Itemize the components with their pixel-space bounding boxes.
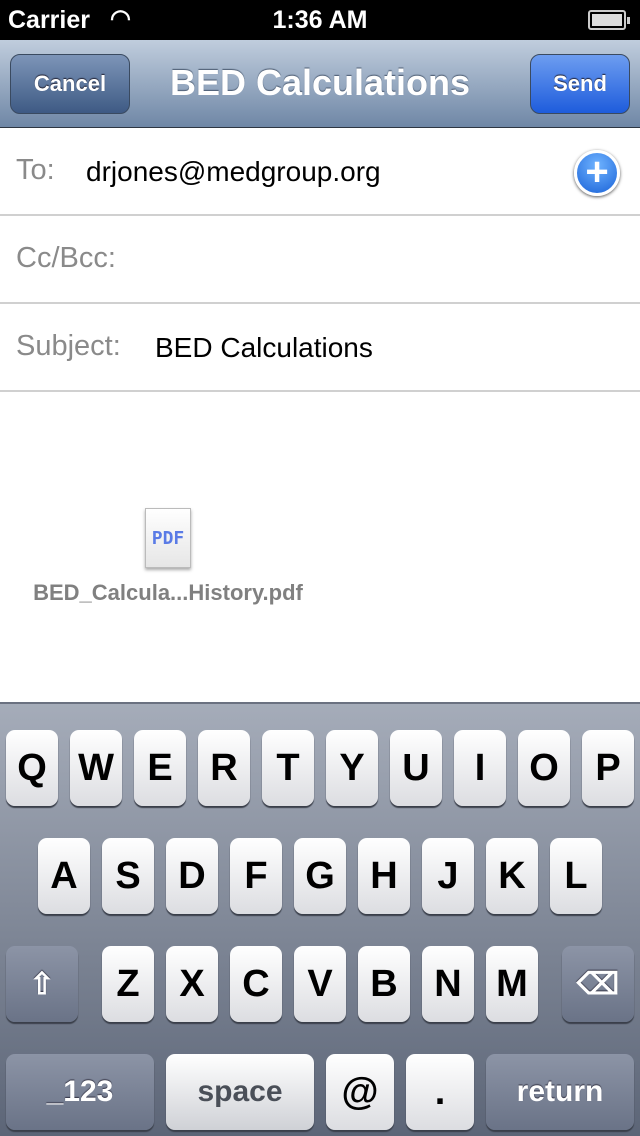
attachment-filename: BED_Calcula...History.pdf [33, 580, 303, 605]
to-input[interactable]: drjones@medgroup.org [86, 156, 381, 188]
key-p[interactable]: P [582, 730, 634, 806]
subject-input[interactable]: BED Calculations [155, 332, 373, 364]
key-u[interactable]: U [390, 730, 442, 806]
key-v[interactable]: V [294, 946, 346, 1022]
key-c[interactable]: C [230, 946, 282, 1022]
to-field[interactable]: To: drjones@medgroup.org + [0, 128, 640, 216]
key-f[interactable]: F [230, 838, 282, 914]
delete-key[interactable]: ⌫ [562, 946, 634, 1022]
clock: 1:36 AM [272, 6, 368, 34]
key-x[interactable]: X [166, 946, 218, 1022]
key-b[interactable]: B [358, 946, 410, 1022]
key-j[interactable]: J [422, 838, 474, 914]
key-y[interactable]: Y [326, 730, 378, 806]
status-bar: Carrier ◠ 1:36 AM [0, 0, 640, 40]
key-m[interactable]: M [486, 946, 538, 1022]
key-t[interactable]: T [262, 730, 314, 806]
return-key[interactable]: return [486, 1054, 634, 1130]
key-i[interactable]: I [454, 730, 506, 806]
cc-bcc-label: Cc/Bcc: [16, 242, 116, 274]
key-l[interactable]: L [550, 838, 602, 914]
battery-icon [588, 10, 630, 30]
key-o[interactable]: O [518, 730, 570, 806]
space-key[interactable]: space [166, 1054, 314, 1130]
subject-field[interactable]: Subject: BED Calculations [0, 304, 640, 392]
key-k[interactable]: K [486, 838, 538, 914]
at-key[interactable]: @ [326, 1054, 394, 1130]
add-contact-icon[interactable]: + [574, 150, 620, 196]
key-e[interactable]: E [134, 730, 186, 806]
key-g[interactable]: G [294, 838, 346, 914]
dot-key[interactable]: . [406, 1054, 474, 1130]
key-q[interactable]: Q [6, 730, 58, 806]
key-z[interactable]: Z [102, 946, 154, 1022]
pdf-file-icon: PDF [145, 508, 191, 568]
subject-label: Subject: [16, 330, 121, 362]
key-r[interactable]: R [198, 730, 250, 806]
key-h[interactable]: H [358, 838, 410, 914]
key-s[interactable]: S [102, 838, 154, 914]
cc-bcc-field[interactable]: Cc/Bcc: [0, 216, 640, 304]
key-n[interactable]: N [422, 946, 474, 1022]
numbers-key[interactable]: _123 [6, 1054, 154, 1130]
keyboard: ⇧ ⌫ _123 space @ . return QWERTYUIOP ASDF… [0, 702, 640, 1136]
key-w[interactable]: W [70, 730, 122, 806]
shift-key[interactable]: ⇧ [6, 946, 78, 1022]
key-a[interactable]: A [38, 838, 90, 914]
pdf-attachment[interactable]: PDF BED_Calcula...History.pdf [0, 508, 336, 606]
send-button[interactable]: Send [530, 54, 630, 114]
to-label: To: [16, 154, 55, 186]
key-d[interactable]: D [166, 838, 218, 914]
navigation-bar: Cancel BED Calculations Send [0, 40, 640, 128]
